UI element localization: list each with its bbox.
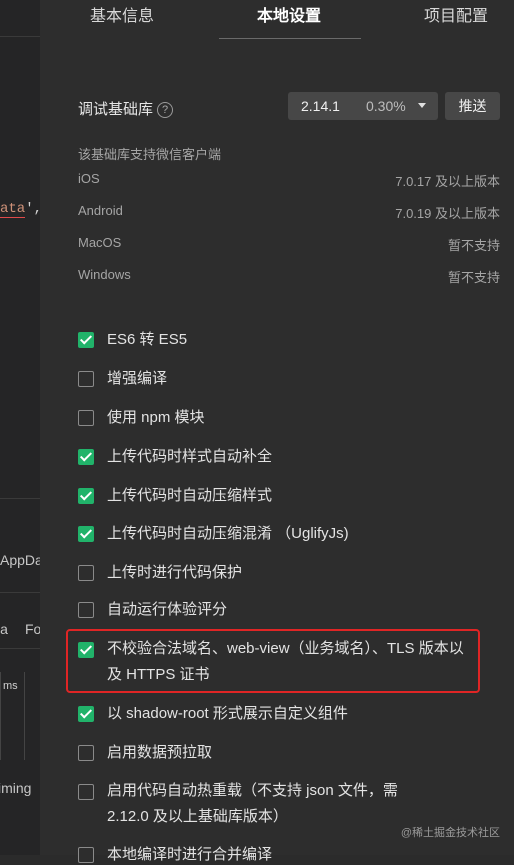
platform-macos: MacOS <box>78 235 122 250</box>
status-android: 7.0.19 及以上版本 <box>395 206 500 221</box>
option-label: 以 shadow-root 形式展示自定义组件 <box>107 705 348 722</box>
editor-pane: ata', AppDa ia Fo ms iming <box>0 0 40 855</box>
option-label: 上传代码时自动压缩样式 <box>107 487 273 504</box>
status-macos: 暂不支持 <box>447 238 500 253</box>
option-label: ES6 转 ES5 <box>107 331 188 348</box>
checkbox[interactable] <box>78 642 94 658</box>
option-label: 自动运行体验评分 <box>107 601 228 618</box>
watermark: @稀土掘金技术社区 <box>400 827 500 839</box>
option-label: 上传代码时样式自动补全 <box>107 448 273 465</box>
checkbox[interactable] <box>78 410 94 426</box>
tab-local-settings[interactable]: 本地设置 <box>257 2 321 26</box>
platform-ios: iOS <box>78 171 100 186</box>
chevron-down-icon <box>418 103 426 108</box>
checkbox[interactable] <box>78 847 94 863</box>
option-label: 本地编译时进行合并编译 <box>107 846 273 863</box>
settings-panel: 基本信息 本地设置 项目配置 调试基础库? 2.14.1 0.30% 推送 该基… <box>40 0 514 863</box>
platform-android: Android <box>78 203 123 218</box>
option-label: 使用 npm 模块 <box>107 409 205 426</box>
code-fragment: ata', <box>0 201 40 218</box>
version-select[interactable]: 2.14.1 0.30% <box>288 92 438 120</box>
help-icon[interactable]: ? <box>157 102 174 118</box>
option-label: 启用数据预拉取 <box>107 744 213 761</box>
active-tab-indicator <box>219 38 361 39</box>
platform-windows: Windows <box>78 267 131 282</box>
editor-divider <box>0 36 40 37</box>
settings-tabs: 基本信息 本地设置 项目配置 <box>40 0 514 40</box>
checkbox[interactable] <box>78 371 94 387</box>
status-windows: 暂不支持 <box>447 270 500 285</box>
column-line <box>0 672 1 760</box>
checkbox[interactable] <box>78 449 94 465</box>
checkbox[interactable] <box>78 745 94 761</box>
support-title: 该基础库支持微信客户端 <box>78 147 222 162</box>
debug-lib-row: 调试基础库? <box>78 98 174 119</box>
col-header-ms: ms <box>3 680 18 692</box>
checkbox[interactable] <box>78 706 94 722</box>
option-label: 启用代码自动热重载（不支持 json 文件，需 2.12.0 及以上基础库版本） <box>107 782 398 825</box>
panel-divider-3 <box>0 648 40 649</box>
checkbox[interactable] <box>78 526 94 542</box>
version-value: 2.14.1 <box>301 98 340 114</box>
option-label: 不校验合法域名、web-view（业务域名）、TLS 版本以及 HTTPS 证书 <box>107 640 464 683</box>
version-share: 0.30% <box>366 98 406 114</box>
timing-label: iming <box>0 780 32 796</box>
tab-project-config[interactable]: 项目配置 <box>424 2 488 26</box>
tab-basic-info[interactable]: 基本信息 <box>90 2 154 26</box>
checkbox[interactable] <box>78 784 94 800</box>
push-button[interactable]: 推送 <box>445 92 500 120</box>
panel-tab-appdata[interactable]: AppDa <box>0 552 40 568</box>
column-line <box>24 672 25 760</box>
status-ios: 7.0.17 及以上版本 <box>395 174 500 189</box>
panel-tab-media[interactable]: ia <box>0 621 8 637</box>
debug-lib-label: 调试基础库 <box>78 101 154 118</box>
checkbox[interactable] <box>78 488 94 504</box>
option-label: 上传时进行代码保护 <box>107 564 243 581</box>
option-label: 增强编译 <box>107 370 168 387</box>
panel-divider <box>0 498 40 499</box>
checkbox[interactable] <box>78 332 94 348</box>
option-label: 上传代码时自动压缩混淆 （UglifyJs) <box>107 525 349 542</box>
panel-divider-2 <box>0 592 40 593</box>
checkbox[interactable] <box>78 602 94 618</box>
panel-tab-fo[interactable]: Fo <box>25 621 40 637</box>
checkbox[interactable] <box>78 565 94 581</box>
